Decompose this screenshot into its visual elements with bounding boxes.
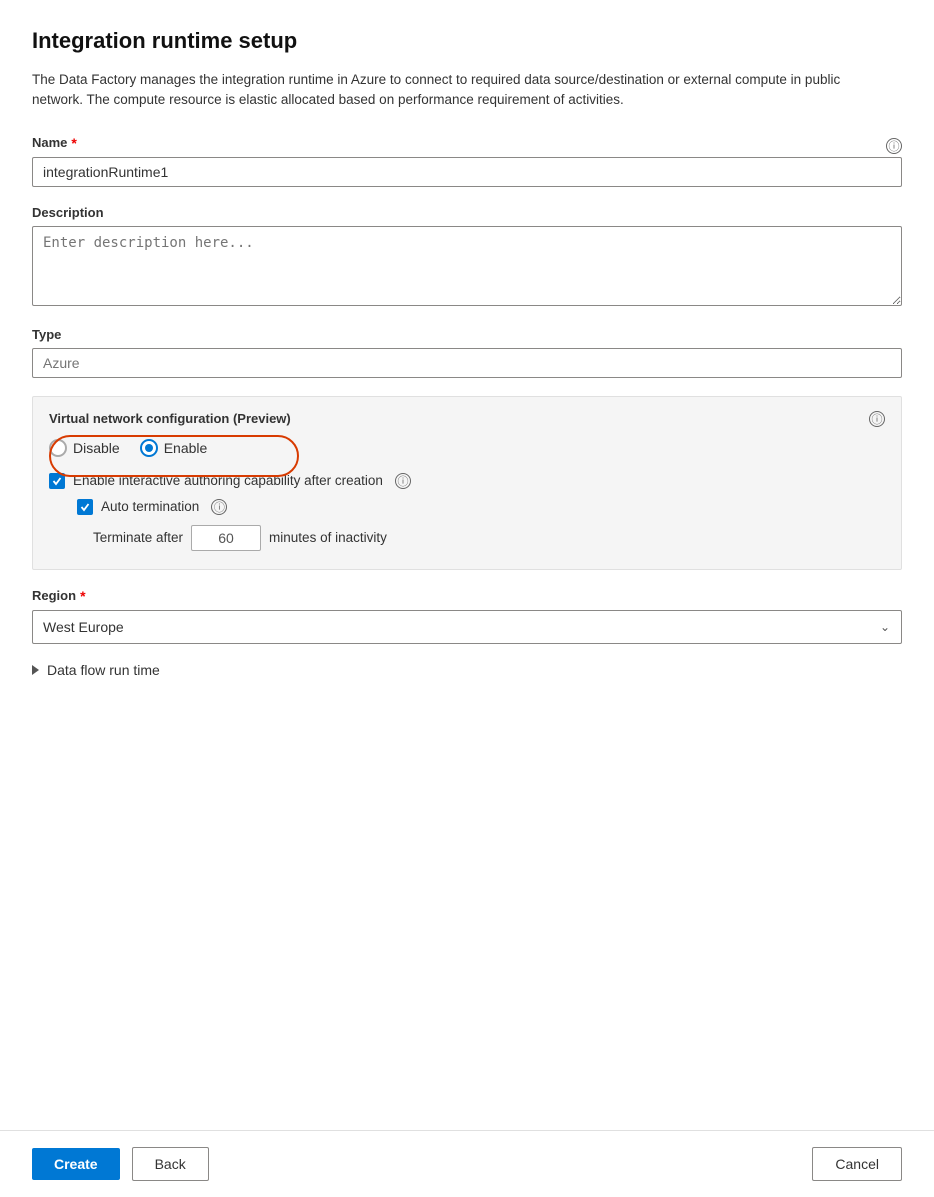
region-select-wrapper: West Europe East US North Europe ⌄ (32, 610, 902, 644)
terminate-after-label: Terminate after (93, 530, 183, 545)
cancel-button[interactable]: Cancel (812, 1147, 902, 1181)
disable-radio-circle (49, 439, 67, 457)
vnet-section: Virtual network configuration (Preview) … (32, 396, 902, 570)
disable-radio[interactable]: Disable (49, 439, 120, 457)
description-label: Description (32, 205, 902, 220)
type-input[interactable] (32, 348, 902, 378)
page-description: The Data Factory manages the integration… (32, 70, 892, 111)
auto-termination-label: Auto termination (101, 499, 199, 514)
vnet-radio-group: Disable Enable (49, 439, 885, 457)
type-label: Type (32, 327, 902, 342)
description-field-group: Description (32, 205, 902, 309)
description-input[interactable] (32, 226, 902, 306)
data-flow-label: Data flow run time (47, 662, 160, 678)
minutes-label: minutes of inactivity (269, 530, 387, 545)
vnet-title-row: Virtual network configuration (Preview) … (49, 411, 885, 427)
auto-termination-row: Auto termination ⓘ (77, 499, 885, 515)
interactive-authoring-info-icon[interactable]: ⓘ (395, 473, 411, 489)
checkmark-icon (52, 476, 62, 486)
interactive-authoring-row: Enable interactive authoring capability … (49, 473, 885, 489)
region-field-group: Region * West Europe East US North Europ… (32, 588, 902, 644)
enable-radio-circle (140, 439, 158, 457)
name-field-group: Name * ⓘ (32, 135, 902, 187)
disable-radio-label: Disable (73, 440, 120, 456)
back-button[interactable]: Back (132, 1147, 209, 1181)
interactive-authoring-label: Enable interactive authoring capability … (73, 473, 383, 488)
data-flow-row[interactable]: Data flow run time (32, 662, 902, 678)
data-flow-chevron-icon (32, 665, 39, 675)
vnet-info-icon[interactable]: ⓘ (869, 411, 885, 427)
name-label: Name * (32, 135, 77, 151)
vnet-title: Virtual network configuration (Preview) (49, 411, 291, 426)
region-required-star: * (80, 588, 85, 604)
enable-radio-label: Enable (164, 440, 208, 456)
footer: Create Back Cancel (0, 1130, 934, 1197)
region-select[interactable]: West Europe East US North Europe (32, 610, 902, 644)
auto-termination-checkmark-icon (80, 502, 90, 512)
terminate-after-row: Terminate after minutes of inactivity (93, 525, 885, 551)
region-label: Region * (32, 588, 902, 604)
auto-termination-checkbox[interactable] (77, 499, 93, 515)
interactive-authoring-checkbox[interactable] (49, 473, 65, 489)
create-button[interactable]: Create (32, 1148, 120, 1180)
name-input[interactable] (32, 157, 902, 187)
page-title: Integration runtime setup (32, 28, 902, 54)
auto-termination-info-icon[interactable]: ⓘ (211, 499, 227, 515)
name-info-icon[interactable]: ⓘ (886, 138, 902, 154)
name-required-star: * (71, 135, 76, 151)
terminate-input[interactable] (191, 525, 261, 551)
type-field-group: Type (32, 327, 902, 378)
enable-radio[interactable]: Enable (140, 439, 208, 457)
